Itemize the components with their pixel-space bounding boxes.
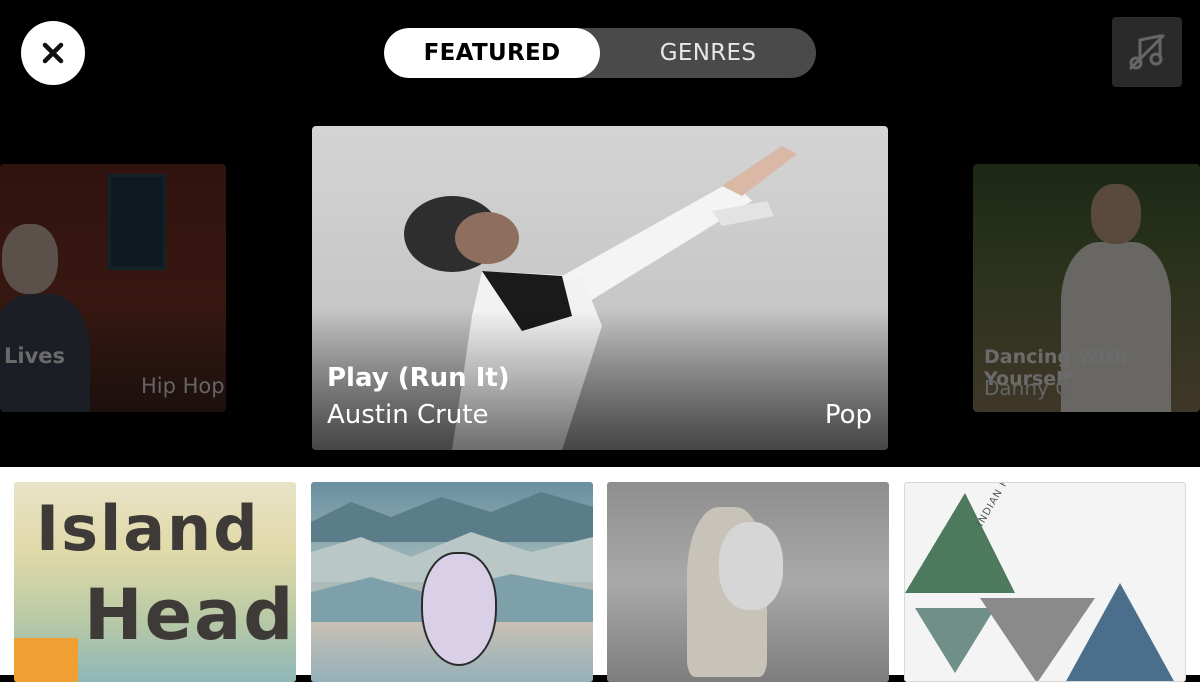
featured-card-right[interactable]: Dancing With Yourself Danny G. bbox=[973, 164, 1200, 412]
album-art-shape bbox=[14, 638, 78, 682]
album-artwork bbox=[905, 493, 1174, 681]
song-title: Lives bbox=[4, 344, 66, 368]
album-art-text: Head bbox=[84, 574, 296, 656]
close-button[interactable] bbox=[21, 21, 85, 85]
tab-genres[interactable]: GENRES bbox=[600, 28, 816, 78]
album-tile[interactable]: Island Head bbox=[14, 482, 296, 682]
album-grid: Island Head INDIAN RUN bbox=[0, 467, 1200, 682]
featured-card-left[interactable]: Lives Hip Hop bbox=[0, 164, 226, 412]
music-toggle-button[interactable] bbox=[1112, 17, 1182, 87]
album-artwork bbox=[719, 522, 783, 610]
song-artist: Austin Crute bbox=[327, 400, 489, 430]
card-artwork bbox=[1091, 184, 1141, 244]
song-genre: Hip Hop bbox=[141, 374, 225, 398]
featured-card-center[interactable]: Play (Run It) Austin Crute Pop bbox=[312, 126, 888, 450]
album-tile[interactable] bbox=[311, 482, 593, 682]
song-artist: Danny G. bbox=[984, 376, 1078, 400]
album-art-text: Island bbox=[36, 492, 260, 565]
tab-featured[interactable]: FEATURED bbox=[384, 28, 600, 78]
close-icon bbox=[42, 42, 64, 64]
song-title: Play (Run It) bbox=[327, 363, 510, 393]
music-off-icon bbox=[1128, 33, 1166, 71]
album-tile[interactable]: INDIAN RUN bbox=[904, 482, 1186, 682]
card-artwork bbox=[108, 174, 166, 270]
tab-switcher: FEATURED GENRES bbox=[384, 28, 816, 78]
song-genre: Pop bbox=[824, 400, 872, 430]
album-artwork bbox=[421, 552, 497, 666]
card-artwork bbox=[2, 224, 58, 294]
album-tile[interactable] bbox=[607, 482, 889, 682]
